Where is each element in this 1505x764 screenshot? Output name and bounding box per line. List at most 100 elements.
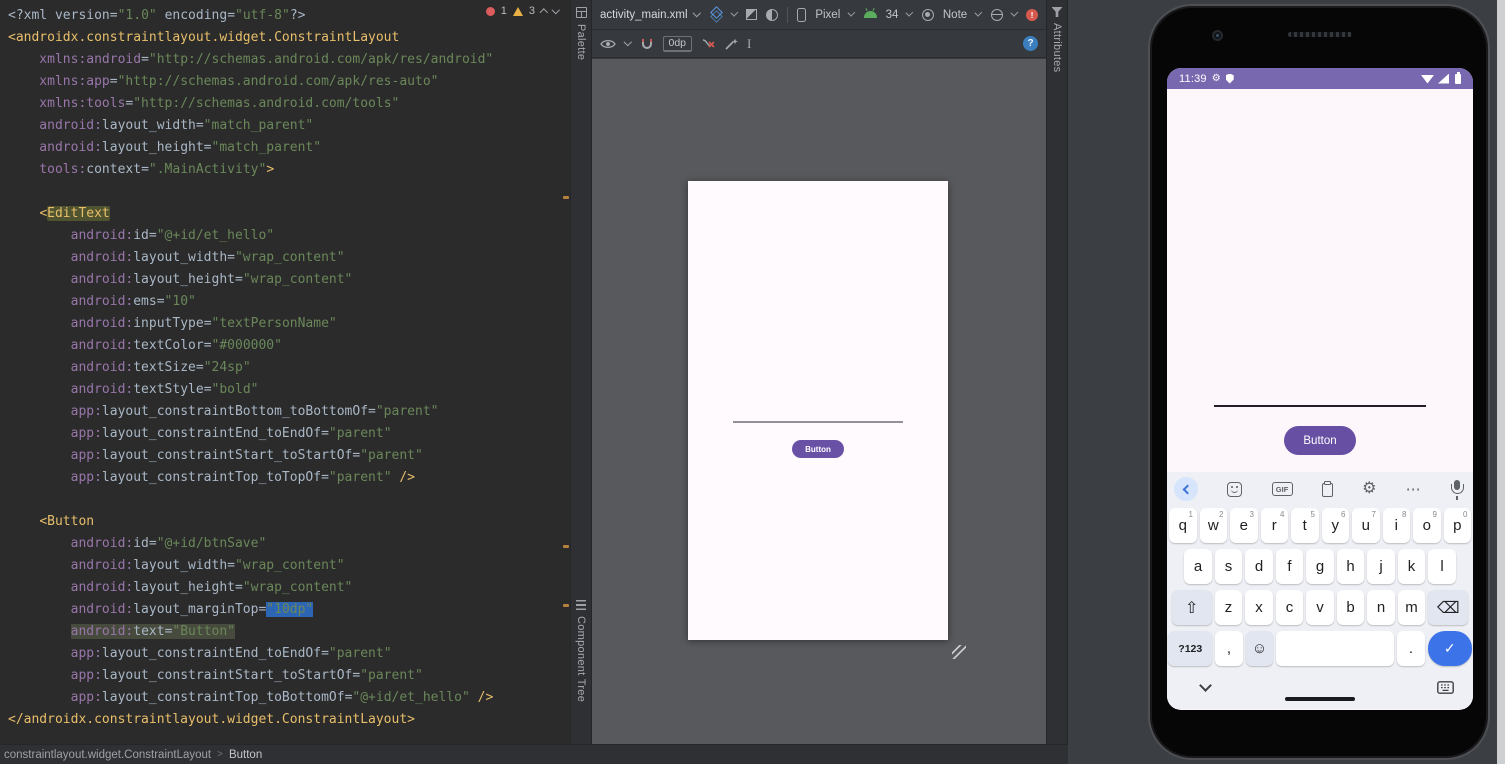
key-v[interactable]: v [1306, 590, 1334, 625]
key-h[interactable]: h [1336, 549, 1365, 584]
next-problem-chevron-icon[interactable] [551, 5, 560, 14]
code-line[interactable]: android:layout_marginTop="10dp" [8, 599, 570, 621]
key-n[interactable]: n [1367, 590, 1395, 625]
code-line[interactable]: app:layout_constraintStart_toStartOf="pa… [8, 665, 570, 687]
view-options-eye-icon[interactable] [600, 38, 616, 50]
default-margin-selector[interactable]: 0dp [662, 35, 693, 52]
code-line[interactable]: android:layout_width="match_parent" [8, 115, 570, 137]
key-a[interactable]: a [1184, 549, 1212, 584]
code-line[interactable]: android:layout_width="wrap_content" [8, 247, 570, 269]
key-q[interactable]: q1 [1169, 508, 1197, 543]
code-line[interactable]: android:textStyle="bold" [8, 379, 570, 401]
design-surface[interactable]: Button [592, 59, 1046, 744]
chevron-down-icon[interactable] [730, 9, 739, 17]
breadcrumb-item[interactable]: Button [229, 749, 262, 761]
comma-key[interactable]: , [1215, 631, 1243, 666]
code-line[interactable]: android:layout_height="match_parent" [8, 137, 570, 159]
gesture-navigation-bar[interactable] [1285, 697, 1355, 701]
code-line[interactable]: xmlns:tools="http://schemas.android.com/… [8, 93, 570, 115]
hide-keyboard-chevron-icon[interactable] [1199, 679, 1212, 692]
code-line[interactable]: android:layout_width="wrap_content" [8, 555, 570, 577]
code-line[interactable]: app:layout_constraintTop_toBottomOf="@+i… [8, 687, 570, 709]
key-k[interactable]: k [1397, 549, 1426, 584]
keyboard-settings-gear-icon[interactable]: ⚙ [1362, 481, 1376, 497]
key-m[interactable]: m [1397, 590, 1426, 625]
key-d[interactable]: d [1245, 549, 1273, 584]
code-line[interactable] [8, 181, 570, 203]
key-o[interactable]: o9 [1413, 508, 1441, 543]
code-line[interactable]: xmlns:android="http://schemas.android.co… [8, 49, 570, 71]
code-line[interactable]: xmlns:app="http://schemas.android.com/ap… [8, 71, 570, 93]
key-j[interactable]: j [1367, 549, 1395, 584]
save-button[interactable]: Button [1284, 426, 1356, 455]
code-line[interactable]: android:inputType="textPersonName" [8, 313, 570, 335]
more-options-icon[interactable]: ⋯ [1406, 482, 1422, 497]
night-mode-icon[interactable] [766, 8, 779, 21]
key-f[interactable]: f [1275, 549, 1304, 584]
code-line[interactable]: android:id="@+id/btnSave" [8, 533, 570, 555]
code-line[interactable]: app:layout_constraintBottom_toBottomOf="… [8, 401, 570, 423]
edittext-field[interactable] [1214, 405, 1426, 407]
inspections-widget[interactable]: 1 3 [485, 5, 560, 17]
key-s[interactable]: s [1214, 549, 1243, 584]
gboard-keyboard[interactable]: GIF ⚙ ⋯ q 1 w 2 e 3 r 4 t 5 y 6 u 7 i 8 o 9 p 0 a s d f g h j k l ⇧ z x… [1167, 472, 1473, 670]
autoconnect-magnet-icon[interactable] [640, 37, 654, 51]
code-line[interactable]: android:layout_height="wrap_content" [8, 577, 570, 599]
phone-screen[interactable]: 11:39 ⚙ Button GIF ⚙ ⋯ q 1 w 2 e 3 r 4 t… [1167, 68, 1473, 710]
code-line[interactable]: android:layout_height="wrap_content" [8, 269, 570, 291]
surface-mode-icon[interactable] [746, 9, 758, 20]
key-b[interactable]: b [1336, 590, 1365, 625]
keyboard-switch-icon[interactable] [1437, 681, 1454, 694]
code-line[interactable]: android:textSize="24sp" [8, 357, 570, 379]
prev-problem-chevron-icon[interactable] [539, 8, 548, 17]
code-line[interactable] [8, 489, 570, 511]
space-key[interactable] [1276, 631, 1395, 666]
clear-constraints-icon[interactable] [701, 37, 715, 50]
layout-issues-badge[interactable]: ! [1026, 8, 1038, 21]
code-line[interactable]: app:layout_constraintStart_toStartOf="pa… [8, 445, 570, 467]
key-u[interactable]: u7 [1352, 508, 1380, 543]
code-line[interactable]: android:text="Button" [8, 621, 570, 643]
code-area[interactable]: <?xml version="1.0" encoding="utf-8"?> <a… [0, 0, 570, 744]
key-e[interactable]: e3 [1230, 508, 1258, 543]
code-line[interactable]: android:ems="10" [8, 291, 570, 313]
microphone-icon[interactable] [1451, 480, 1464, 500]
chevron-down-icon[interactable] [623, 38, 632, 46]
key-c[interactable]: c [1275, 590, 1304, 625]
preview-button[interactable]: Button [792, 440, 844, 458]
layout-file-selector[interactable]: activity_main.xml [600, 9, 701, 21]
key-w[interactable]: w2 [1199, 508, 1227, 543]
sticker-icon[interactable] [1227, 481, 1243, 497]
emoji-key[interactable]: ☺ [1245, 631, 1274, 666]
preview-edittext[interactable] [733, 421, 903, 423]
key-i[interactable]: i8 [1382, 508, 1410, 543]
code-line[interactable]: tools:context=".MainActivity"> [8, 159, 570, 181]
theme-selector[interactable]: Note [943, 9, 967, 21]
key-p[interactable]: p0 [1443, 508, 1471, 543]
locale-icon[interactable] [990, 8, 1003, 21]
api-selector[interactable]: 34 [886, 9, 899, 21]
code-line[interactable]: <Button [8, 511, 570, 533]
code-line[interactable]: android:id="@+id/et_hello" [8, 225, 570, 247]
key-g[interactable]: g [1306, 549, 1334, 584]
enter-key[interactable]: ✓ [1427, 631, 1472, 666]
canvas-resize-handle[interactable] [952, 645, 966, 659]
code-line[interactable]: app:layout_constraintTop_toTopOf="parent… [8, 467, 570, 489]
code-line[interactable]: <EditText [8, 203, 570, 225]
key-l[interactable]: l [1428, 549, 1456, 584]
infer-constraints-wand-icon[interactable] [724, 37, 738, 51]
backspace-key[interactable]: ⌫ [1428, 590, 1469, 625]
panel-scrollbar[interactable] [1497, 0, 1505, 764]
text-tool-icon[interactable]: I [747, 36, 751, 52]
attributes-tab[interactable]: Attributes [1047, 7, 1067, 72]
code-line[interactable]: <androidx.constraintlayout.widget.Constr… [8, 27, 570, 49]
preview-canvas[interactable]: Button [688, 181, 948, 640]
help-icon[interactable]: ? [1023, 36, 1038, 51]
clipboard-icon[interactable] [1321, 480, 1333, 497]
component-tree-tab[interactable]: Component Tree [571, 600, 591, 702]
device-selector[interactable]: Pixel [815, 9, 840, 21]
code-line[interactable]: android:textColor="#000000" [8, 335, 570, 357]
palette-tab[interactable]: Palette [571, 7, 591, 60]
key-r[interactable]: r4 [1260, 508, 1288, 543]
warning-stripe-mark[interactable] [563, 545, 569, 548]
